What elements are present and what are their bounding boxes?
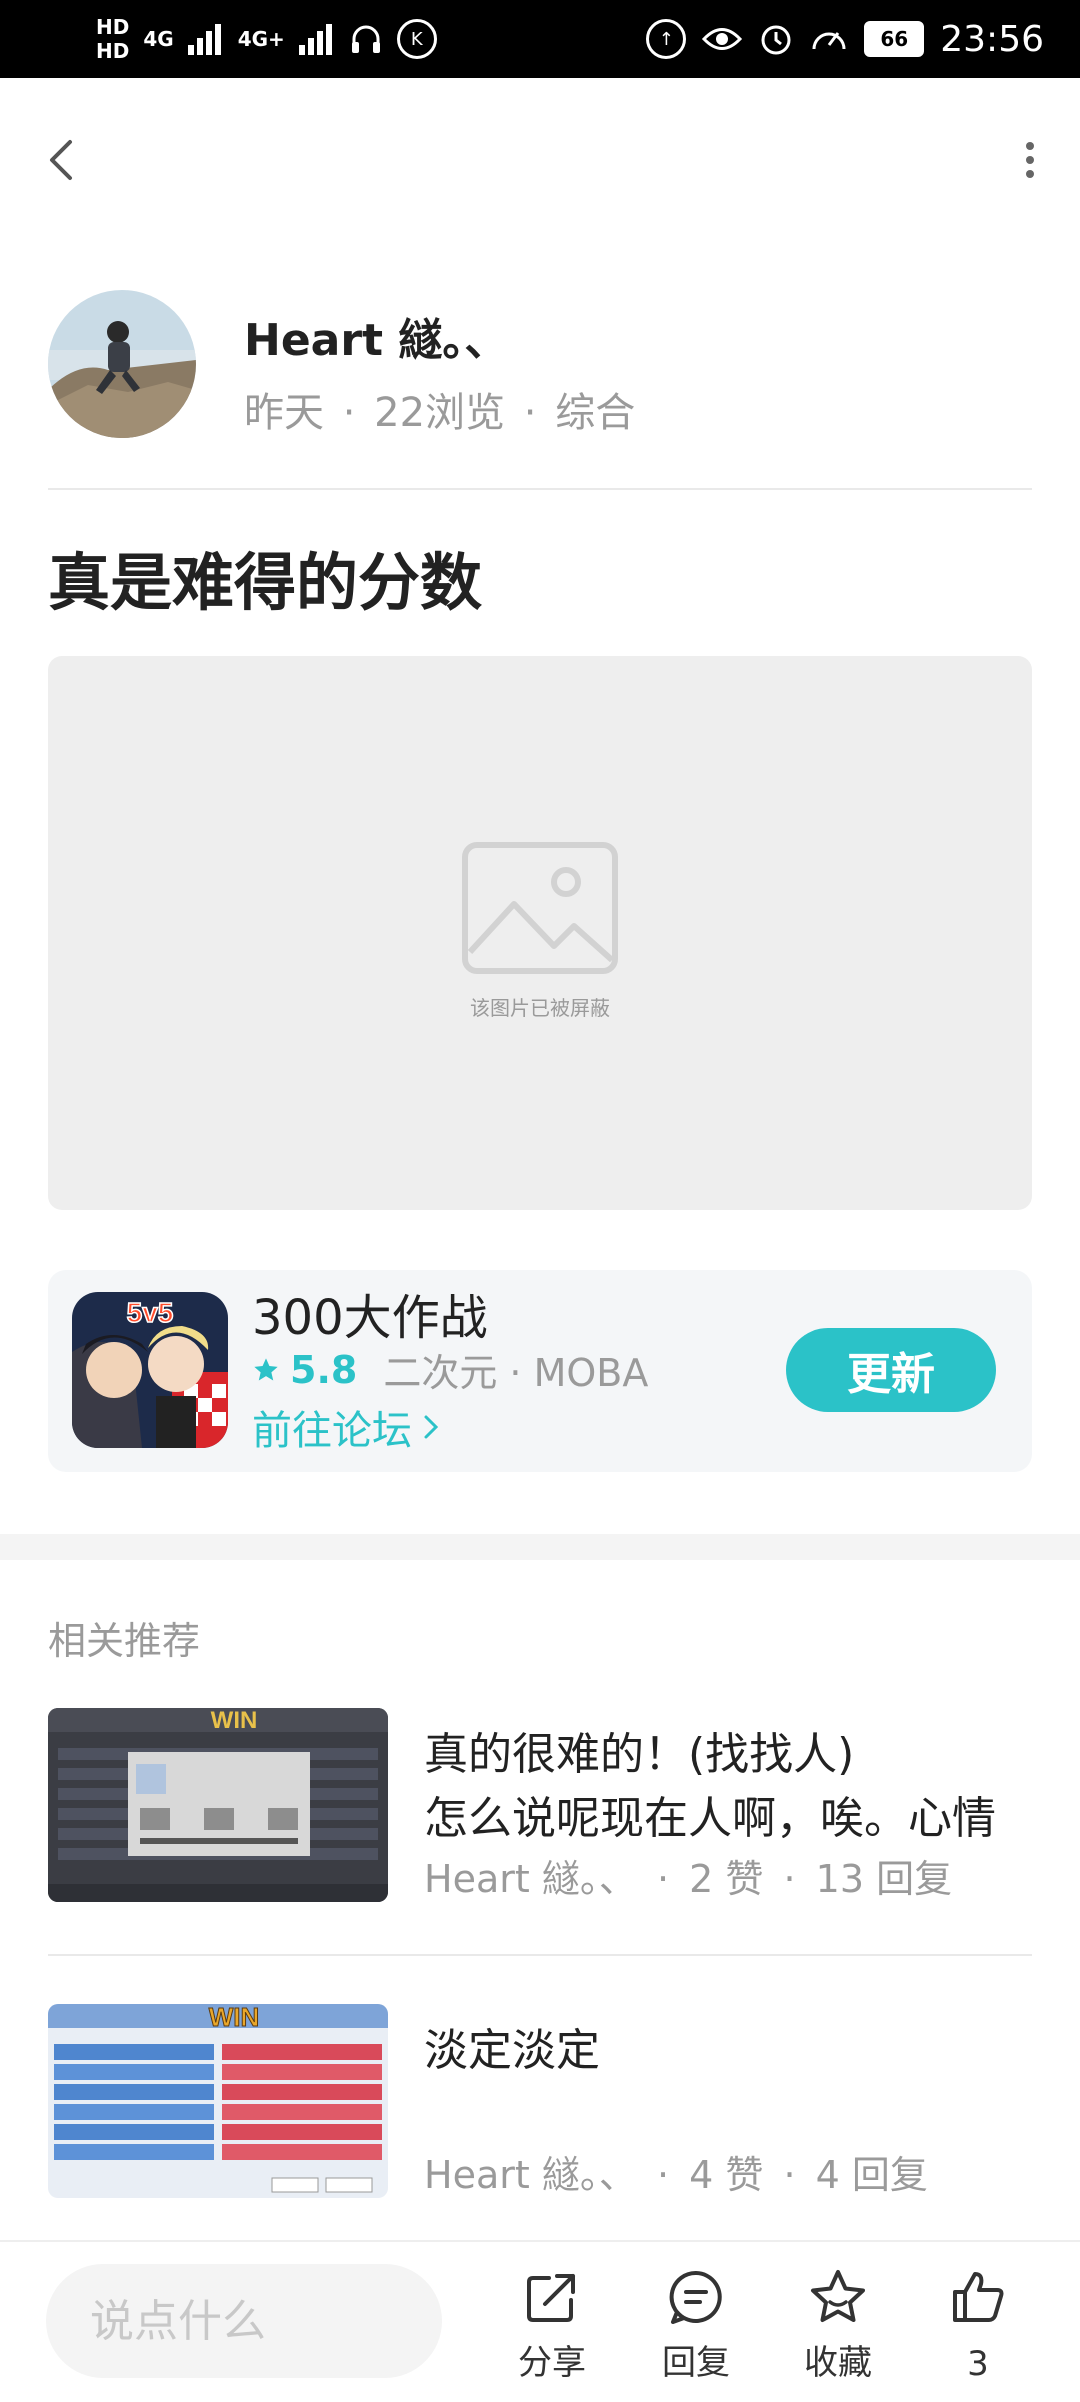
related-likes: 2 赞 bbox=[689, 1857, 764, 1901]
author-meta: 昨天 · 22浏览 · 综合 bbox=[244, 380, 635, 438]
related-thumbnail[interactable]: WIN bbox=[48, 2004, 388, 2198]
related-title[interactable]: 真的很难的！(找找人) bbox=[424, 1718, 1034, 1782]
signal-2-icon bbox=[298, 24, 332, 55]
signal-1-icon bbox=[187, 24, 221, 55]
game-rating-row: 5.8 二次元 · MOBA bbox=[252, 1342, 648, 1397]
game-icon-badge: 5v5 bbox=[127, 1297, 174, 1328]
more-button[interactable] bbox=[1000, 128, 1060, 192]
back-button[interactable] bbox=[40, 128, 88, 192]
divider bbox=[48, 488, 1032, 490]
section-separator bbox=[0, 1534, 1080, 1560]
chevron-right-icon bbox=[424, 1415, 439, 1439]
meta-separator: · bbox=[656, 1857, 670, 1901]
eye-icon bbox=[702, 28, 743, 50]
share-label: 分享 bbox=[518, 2343, 586, 2383]
hd2-label: HD bbox=[96, 39, 130, 63]
blocked-image-text: 该图片已被屏蔽 bbox=[470, 996, 610, 1020]
favorite-label: 收藏 bbox=[804, 2343, 872, 2383]
related-replies: 4 回复 bbox=[815, 2153, 928, 2197]
game-icon[interactable]: 5v5 bbox=[72, 1292, 228, 1448]
status-bar: HD HD 4G 4G+ K ↑ 66 23:56 bbox=[0, 0, 1080, 78]
related-likes: 4 赞 bbox=[689, 2153, 764, 2197]
related-author: Heart 繸。、 bbox=[424, 1857, 637, 1901]
status-left: HD HD 4G 4G+ K bbox=[96, 10, 437, 68]
k-app-icon: K bbox=[396, 19, 437, 59]
favorite-button[interactable]: 收藏 bbox=[778, 2268, 898, 2384]
reply-label: 回复 bbox=[662, 2343, 730, 2383]
star-icon bbox=[254, 1357, 278, 1380]
data-saver-icon: ↑ bbox=[646, 19, 687, 59]
clock: 23:56 bbox=[940, 18, 1044, 60]
thumb-win-label: WIN bbox=[211, 1708, 258, 1734]
related-title[interactable]: 淡定淡定 bbox=[424, 2014, 1034, 2078]
update-button[interactable]: 更新 bbox=[786, 1328, 996, 1412]
network-1-label: 4G bbox=[143, 27, 174, 51]
related-meta: Heart 繸。、 · 2 赞 · 13 回复 bbox=[424, 1848, 952, 1903]
meta-separator: · bbox=[656, 2153, 670, 2197]
share-button[interactable]: 分享 bbox=[492, 2268, 612, 2384]
more-vertical-icon bbox=[1026, 142, 1034, 178]
network-2-label: 4G+ bbox=[237, 27, 285, 51]
related-header: 相关推荐 bbox=[48, 1619, 201, 1663]
related-thumbnail[interactable]: WIN bbox=[48, 1708, 388, 1902]
status-right: ↑ 66 23:56 bbox=[646, 10, 1044, 68]
speed-icon bbox=[812, 32, 846, 50]
reply-button[interactable]: 回复 bbox=[636, 2268, 756, 2384]
comment-input[interactable] bbox=[46, 2264, 442, 2378]
like-count: 3 bbox=[967, 2344, 989, 2384]
post-time: 昨天 bbox=[244, 390, 324, 436]
avatar[interactable] bbox=[48, 290, 196, 438]
forum-link-label: 前往论坛 bbox=[252, 1408, 412, 1454]
share-icon bbox=[527, 2274, 575, 2322]
star-outline-icon bbox=[811, 2270, 865, 2322]
meta-separator: · bbox=[783, 2153, 796, 2197]
comment-icon bbox=[669, 2270, 722, 2324]
like-button[interactable]: 3 bbox=[918, 2268, 1038, 2384]
hd-indicator: HD HD bbox=[96, 15, 129, 63]
thumb-win-label: WIN bbox=[209, 2004, 260, 2032]
meta-separator: · bbox=[523, 390, 537, 436]
game-rating: 5.8 bbox=[290, 1347, 358, 1392]
game-name[interactable]: 300大作战 bbox=[252, 1278, 488, 1348]
image-placeholder-icon bbox=[462, 842, 618, 978]
chevron-left-icon bbox=[50, 140, 72, 180]
meta-separator: · bbox=[342, 390, 356, 436]
battery-indicator: 66 bbox=[864, 21, 925, 57]
related-replies: 13 回复 bbox=[815, 1857, 953, 1901]
view-count: 22浏览 bbox=[374, 390, 506, 436]
category-label[interactable]: 综合 bbox=[555, 390, 635, 436]
divider bbox=[48, 1954, 1032, 1956]
meta-separator: · bbox=[783, 1857, 796, 1901]
related-snippet[interactable]: 怎么说呢现在人啊，唉。心情 bbox=[424, 1782, 1034, 1846]
related-meta: Heart 繸。、 · 4 赞 · 4 回复 bbox=[424, 2144, 928, 2199]
hd1-label: HD bbox=[96, 15, 130, 39]
headset-icon bbox=[351, 25, 380, 53]
avatar-photo bbox=[48, 290, 196, 438]
author-name[interactable]: Heart 繸。、 bbox=[244, 304, 508, 368]
related-author: Heart 繸。、 bbox=[424, 2153, 637, 2197]
forum-link[interactable]: 前往论坛 bbox=[252, 1398, 440, 1456]
alarm-icon bbox=[761, 25, 791, 55]
post-title: 真是难得的分数 bbox=[48, 546, 483, 619]
game-tags: 二次元 · MOBA bbox=[383, 1351, 649, 1395]
thumbs-up-icon bbox=[953, 2272, 1004, 2322]
